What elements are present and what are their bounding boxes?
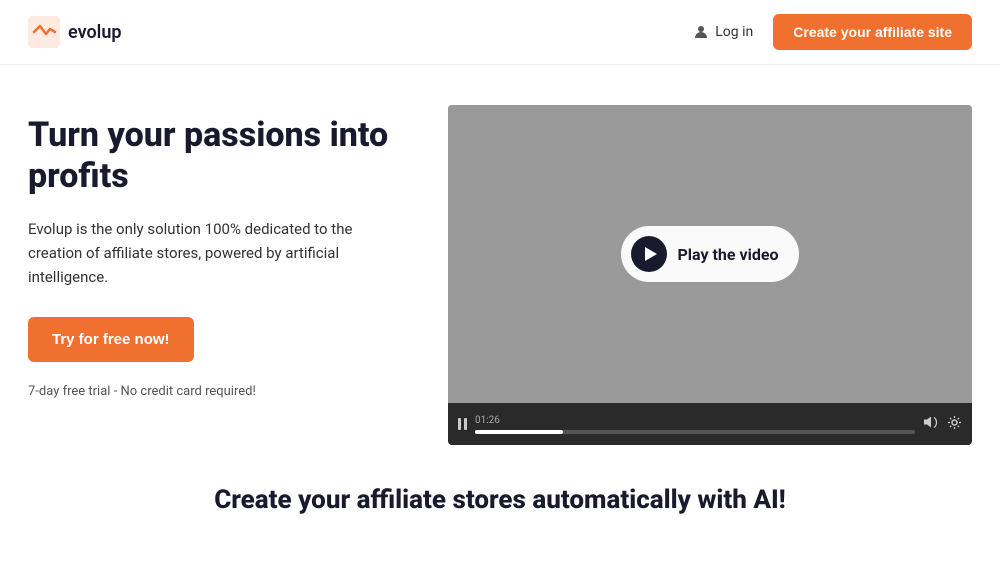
time-label: 01:26: [475, 415, 915, 426]
video-controls: 01:26: [448, 403, 972, 445]
progress-area: 01:26: [475, 415, 915, 434]
pause-icon: [458, 418, 467, 430]
main-content: Turn your passions into profits Evolup i…: [0, 65, 1000, 465]
hero-title: Turn your passions into profits: [28, 115, 408, 197]
login-link[interactable]: Log in: [693, 24, 753, 40]
volume-icon[interactable]: [923, 415, 939, 433]
video-placeholder: Play the video: [448, 105, 972, 403]
login-label: Log in: [715, 24, 753, 40]
progress-bar-track[interactable]: [475, 430, 915, 434]
logo-area[interactable]: evolup: [28, 16, 122, 48]
bottom-title: Create your affiliate stores automatical…: [28, 485, 972, 515]
hero-description-text: Evolup is the only solution 100% dedicat…: [28, 220, 352, 286]
trial-note: 7-day free trial - No credit card requir…: [28, 384, 408, 399]
play-button[interactable]: Play the video: [621, 226, 798, 282]
create-affiliate-site-button[interactable]: Create your affiliate site: [773, 14, 972, 50]
bottom-section: Create your affiliate stores automatical…: [0, 465, 1000, 525]
header-right: Log in Create your affiliate site: [693, 14, 972, 50]
play-label: Play the video: [677, 245, 778, 264]
pause-button[interactable]: [458, 418, 467, 430]
video-container: Play the video 01:26: [448, 105, 972, 445]
logo-text: evolup: [68, 22, 122, 43]
try-free-button[interactable]: Try for free now!: [28, 317, 194, 362]
progress-bar-fill: [475, 430, 563, 434]
play-circle-icon: [631, 236, 667, 272]
settings-icon[interactable]: [947, 415, 962, 434]
hero-left: Turn your passions into profits Evolup i…: [28, 105, 408, 399]
logo-icon: [28, 16, 60, 48]
user-icon: [693, 24, 709, 40]
hero-description: Evolup is the only solution 100% dedicat…: [28, 217, 408, 289]
play-triangle-icon: [645, 247, 657, 261]
